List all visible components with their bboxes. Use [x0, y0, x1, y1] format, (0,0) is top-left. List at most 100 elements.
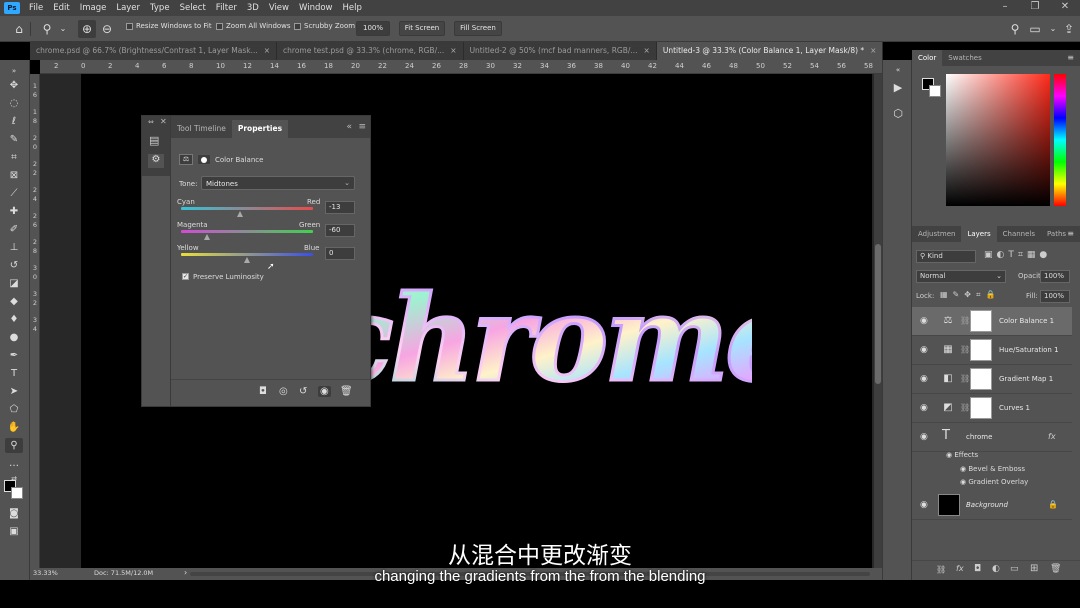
history-brush-icon[interactable]: ↺	[5, 258, 23, 273]
tab-swatches[interactable]: Swatches	[942, 50, 987, 66]
shape-tool-icon[interactable]: ⬠	[5, 402, 23, 417]
brush-tool-icon[interactable]: ✐	[5, 222, 23, 237]
home-icon[interactable]: ⌂	[10, 20, 28, 38]
add-mask-icon[interactable]: ◘	[974, 564, 981, 574]
zoom-out-icon[interactable]: ⊖	[98, 20, 116, 38]
trash-icon[interactable]: 🗑	[340, 386, 353, 397]
hue-slider[interactable]	[1054, 74, 1066, 206]
panel-menu-icon[interactable]: ≡	[1067, 229, 1074, 238]
menu-filter[interactable]: Filter	[211, 3, 242, 13]
kind-filter-dropdown[interactable]: ⚲ Kind	[916, 250, 976, 263]
clip-to-layer-icon[interactable]: ◘	[259, 386, 267, 397]
tab-untitled-2[interactable]: Untitled-2 @ 50% (mcf bad manners, RGB/.…	[464, 42, 657, 60]
share-icon[interactable]: ⇪	[1060, 20, 1078, 38]
search-icon[interactable]: ⚲	[1006, 20, 1024, 38]
tab-channels[interactable]: Channels	[997, 226, 1041, 242]
menu-select[interactable]: Select	[175, 3, 211, 13]
zoom-percent-field[interactable]: 100%	[356, 21, 390, 36]
layer-row-color-balance[interactable]: ◉ ⚖ ⛓ Color Balance 1	[912, 307, 1072, 336]
tab-untitled-3[interactable]: Untitled-3 @ 33.3% (Color Balance 1, Lay…	[656, 42, 884, 60]
opacity-field[interactable]: 100%	[1040, 270, 1070, 283]
menu-file[interactable]: File	[24, 3, 48, 13]
mask-icon[interactable]	[197, 154, 211, 165]
balance-scale-icon[interactable]: ⚖	[179, 154, 193, 165]
menu-image[interactable]: Image	[75, 3, 112, 13]
menu-help[interactable]: Help	[338, 3, 367, 13]
color-field[interactable]	[946, 74, 1050, 206]
layer-name[interactable]: Curves 1	[999, 404, 1030, 412]
link-icon[interactable]: ⛓	[960, 345, 970, 354]
cyan-red-value[interactable]: -13	[325, 201, 355, 214]
blend-mode-dropdown[interactable]: Normal ⌄	[916, 270, 1006, 283]
zoom-tool-icon[interactable]: ⚲	[5, 438, 23, 453]
blur-tool-icon[interactable]: ♦	[5, 312, 23, 327]
layer-mask-thumbnail[interactable]	[970, 397, 992, 419]
quick-select-icon[interactable]: ✎	[5, 132, 23, 147]
cyan-red-slider[interactable]	[181, 207, 313, 210]
link-layers-icon[interactable]: ⛓	[936, 565, 946, 574]
magenta-green-slider[interactable]	[181, 230, 313, 233]
layer-mask-thumbnail[interactable]	[970, 310, 992, 332]
paint-bucket-icon[interactable]: ◆	[5, 294, 23, 309]
cyan-red-thumb[interactable]	[237, 211, 244, 217]
healing-brush-icon[interactable]: ✚	[5, 204, 23, 219]
path-select-icon[interactable]: ➤	[5, 384, 23, 399]
reset-icon[interactable]: ↺	[299, 386, 307, 397]
zoom-all-checkbox[interactable]: Zoom All Windows	[216, 22, 291, 30]
collapse-icon[interactable]: »	[5, 64, 23, 79]
link-icon[interactable]: ⛓	[960, 374, 970, 383]
visibility-eye-icon[interactable]: ◉	[318, 386, 331, 397]
menu-view[interactable]: View	[264, 3, 294, 13]
zoom-in-icon[interactable]: ⊕	[78, 20, 96, 38]
vertical-scrollbar[interactable]	[874, 74, 882, 568]
eye-icon[interactable]: ◉	[920, 432, 928, 442]
preserve-luminosity-checkbox[interactable]: ✓	[182, 273, 189, 280]
tab-chrome-test[interactable]: chrome test.psd @ 33.3% (chrome, RGB/...…	[277, 42, 464, 60]
close-icon[interactable]: ×	[870, 42, 876, 60]
resize-windows-checkbox[interactable]: Resize Windows to Fit	[126, 22, 212, 30]
new-adjustment-icon[interactable]: ◐	[992, 564, 1000, 574]
menu-edit[interactable]: Edit	[48, 3, 74, 13]
effects-row[interactable]: ◉ Effects	[946, 451, 978, 459]
link-icon[interactable]: ⛓	[960, 403, 970, 412]
tab-color[interactable]: Color	[912, 50, 943, 66]
workspace-icon[interactable]: ▭	[1026, 20, 1044, 38]
eye-icon[interactable]: ◉	[920, 316, 928, 326]
menu-layer[interactable]: Layer	[111, 3, 145, 13]
fill-field[interactable]: 100%	[1040, 290, 1070, 303]
crop-tool-icon[interactable]: ⌗	[5, 150, 23, 165]
tab-chrome-psd[interactable]: chrome.psd @ 66.7% (Brightness/Contrast …	[30, 42, 278, 60]
background-color-swatch[interactable]	[929, 85, 941, 97]
link-icon[interactable]: ⛓	[960, 316, 970, 325]
more-tools-icon[interactable]: …	[5, 456, 23, 471]
layer-row-gradient-map[interactable]: ◉ ◧ ⛓ Gradient Map 1	[912, 365, 1072, 394]
close-icon[interactable]: ×	[644, 42, 650, 60]
history-icon[interactable]: ▤	[149, 134, 159, 147]
eye-icon[interactable]: ◉	[920, 403, 928, 413]
fx-icon[interactable]: fx	[1048, 432, 1056, 441]
close-icon[interactable]: ×	[264, 42, 270, 60]
effect-gradient-row[interactable]: ◉ Gradient Overlay	[960, 478, 1028, 486]
3d-icon[interactable]: ⬡	[890, 106, 906, 122]
fit-screen-button[interactable]: Fit Screen	[399, 21, 445, 36]
new-group-icon[interactable]: ▭	[1010, 564, 1019, 574]
eye-icon[interactable]: ◉	[920, 345, 928, 355]
menu-3d[interactable]: 3D	[242, 3, 264, 13]
quick-mask-icon[interactable]: ◙	[5, 506, 23, 521]
tab-tool-timeline[interactable]: Tool Timeline	[171, 120, 232, 138]
collapse-icon[interactable]: «	[346, 122, 352, 132]
menu-window[interactable]: Window	[294, 3, 338, 13]
menu-type[interactable]: Type	[145, 3, 175, 13]
frame-tool-icon[interactable]: ⊠	[5, 168, 23, 183]
yellow-blue-thumb[interactable]	[244, 257, 250, 263]
eyedropper-icon[interactable]: ⟋	[5, 186, 23, 201]
panel-menu-icon[interactable]: ≡	[1067, 53, 1074, 62]
layer-row-chrome-text[interactable]: ◉ T chrome fx	[912, 423, 1072, 452]
tab-properties[interactable]: Properties	[231, 120, 289, 138]
tab-layers[interactable]: Layers	[961, 226, 997, 242]
checkbox-icon[interactable]	[294, 22, 301, 30]
add-style-icon[interactable]: fx	[956, 564, 964, 573]
fill-screen-button[interactable]: Fill Screen	[454, 21, 502, 36]
panel-menu-icon[interactable]: ≡	[358, 122, 366, 132]
restore-icon[interactable]: ❐	[1020, 0, 1050, 16]
